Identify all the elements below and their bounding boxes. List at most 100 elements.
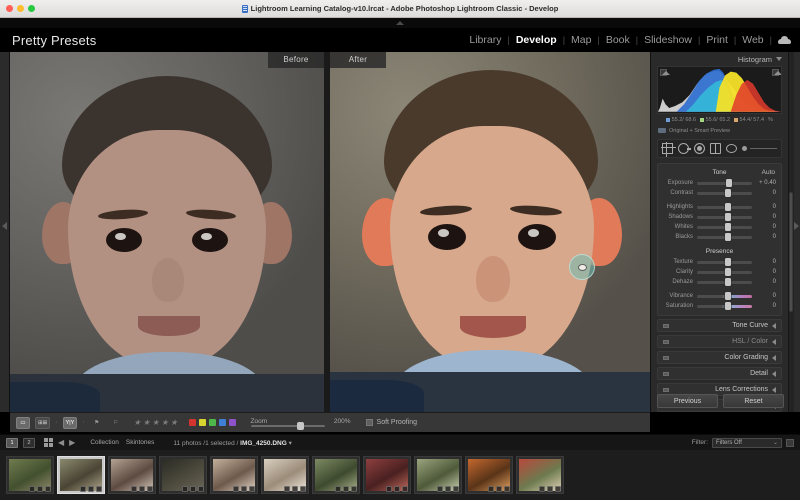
histogram[interactable]	[657, 66, 782, 114]
filmstrip-thumbnail[interactable]	[465, 456, 513, 494]
filmstrip-thumbnail[interactable]	[108, 456, 156, 494]
go-back-icon[interactable]: ◀	[58, 438, 64, 447]
panel-detail[interactable]: Detail	[657, 367, 782, 380]
slider-value[interactable]: 0	[756, 204, 776, 210]
slider-knob[interactable]	[724, 233, 731, 241]
slider-highlights[interactable]: Highlights 0	[658, 202, 781, 212]
radial-filter-tool-icon[interactable]	[726, 144, 737, 153]
scrollbar-thumb[interactable]	[789, 192, 793, 312]
reject-flag-button[interactable]: ⚐	[109, 417, 123, 429]
cloud-sync-icon[interactable]	[778, 35, 792, 45]
module-book[interactable]: Book	[600, 34, 636, 46]
left-panel-collapsed-strip[interactable]	[0, 52, 10, 412]
slider-value[interactable]: 0	[756, 279, 776, 285]
chevron-left-icon[interactable]	[772, 338, 776, 345]
module-library[interactable]: Library	[463, 34, 507, 46]
panel-color-grading[interactable]: Color Grading	[657, 351, 782, 364]
color-label-red[interactable]	[188, 419, 196, 426]
star-5[interactable]: ★	[170, 418, 177, 427]
slider-track[interactable]	[697, 258, 752, 266]
slider-blacks[interactable]: Blacks 0	[658, 232, 781, 242]
slider-knob[interactable]	[724, 292, 731, 300]
slider-value[interactable]: 0	[756, 259, 776, 265]
panel-tone-curve[interactable]: Tone Curve	[657, 319, 782, 332]
slider-value[interactable]: 0	[756, 224, 776, 230]
red-eye-correction-tool-icon[interactable]	[694, 143, 705, 154]
slider-value[interactable]: + 0.40	[756, 180, 776, 186]
top-panel-toggle-strip[interactable]	[0, 18, 800, 28]
slider-dehaze[interactable]: Dehaze 0	[658, 277, 781, 287]
color-label-purple[interactable]	[228, 419, 236, 426]
grid-view-icon[interactable]	[44, 438, 53, 447]
previous-button[interactable]: Previous	[657, 394, 718, 408]
slider-vibrance[interactable]: Vibrance 0	[658, 291, 781, 301]
secondary-display-1-button[interactable]: 1	[6, 437, 18, 448]
slider-value[interactable]: 0	[756, 234, 776, 240]
slider-knob[interactable]	[724, 203, 731, 211]
slider-track[interactable]	[697, 278, 752, 286]
right-panel-collapse-strip[interactable]	[794, 52, 800, 412]
slider-knob[interactable]	[724, 278, 731, 286]
filmstrip[interactable]	[0, 450, 800, 500]
loupe-view-button[interactable]: ▭	[16, 416, 30, 429]
slider-whites[interactable]: Whites 0	[658, 222, 781, 232]
slider-knob[interactable]	[725, 179, 732, 187]
module-slideshow[interactable]: Slideshow	[638, 34, 698, 46]
star-4[interactable]: ★	[161, 418, 168, 427]
secondary-display-2-button[interactable]: 2	[23, 437, 35, 448]
star-1[interactable]: ★	[134, 418, 141, 427]
module-map[interactable]: Map	[565, 34, 597, 46]
after-pane[interactable]: After	[330, 52, 650, 412]
go-forward-icon[interactable]: ▶	[69, 438, 75, 447]
star-rating[interactable]: ★ ★ ★ ★ ★	[134, 418, 178, 427]
filmstrip-thumbnail[interactable]	[6, 456, 54, 494]
image-canvas[interactable]: Before After	[10, 52, 650, 412]
reset-button[interactable]: Reset	[723, 394, 784, 408]
slider-track[interactable]	[697, 213, 752, 221]
panel-hsl-color[interactable]: HSL / Color	[657, 335, 782, 348]
chevron-left-icon[interactable]	[772, 370, 776, 377]
chevron-down-icon[interactable]	[776, 57, 782, 61]
chevron-left-icon[interactable]	[794, 222, 799, 230]
slider-track[interactable]	[697, 292, 752, 300]
slider-knob[interactable]	[724, 189, 731, 197]
slider-value[interactable]: 0	[756, 303, 776, 309]
filename-caret-icon[interactable]: ▾	[289, 440, 292, 447]
crop-overlay-tool-icon[interactable]	[661, 142, 676, 157]
slider-saturation[interactable]: Saturation 0	[658, 301, 781, 311]
panel-switch-icon[interactable]	[663, 371, 669, 376]
filmstrip-thumbnail[interactable]	[363, 456, 411, 494]
chevron-right-icon[interactable]	[2, 222, 7, 230]
spot-removal-tool-icon[interactable]	[678, 143, 691, 154]
zoom-slider-track[interactable]	[250, 422, 325, 430]
color-label-row[interactable]	[188, 419, 236, 426]
spot-removal-pin[interactable]	[569, 254, 595, 280]
graduated-filter-tool-icon[interactable]	[710, 143, 721, 154]
panel-switch-icon[interactable]	[663, 387, 669, 392]
slider-track[interactable]	[697, 179, 752, 187]
color-label-green[interactable]	[208, 419, 216, 426]
photo-count-info[interactable]: 11 photos /1 selected / IMG_4250.DNG ▾	[173, 439, 291, 447]
chevron-down-icon[interactable]: ⌄	[773, 439, 778, 446]
zoom-slider-knob[interactable]	[296, 422, 304, 430]
slider-shadows[interactable]: Shadows 0	[658, 212, 781, 222]
histogram-header[interactable]: Histogram	[651, 52, 788, 66]
slider-exposure[interactable]: Exposure + 0.40	[658, 178, 781, 188]
filmstrip-thumbnail-selected[interactable]	[57, 456, 105, 494]
filmstrip-thumbnail[interactable]	[516, 456, 564, 494]
panel-switch-icon[interactable]	[663, 323, 669, 328]
slider-track[interactable]	[697, 302, 752, 310]
slider-track[interactable]	[697, 268, 752, 276]
slider-knob[interactable]	[724, 213, 731, 221]
slider-track[interactable]	[697, 189, 752, 197]
highlight-clipping-indicator[interactable]	[772, 69, 781, 76]
slider-contrast[interactable]: Contrast 0	[658, 188, 781, 198]
slider-knob[interactable]	[742, 146, 747, 151]
filmstrip-thumbnail[interactable]	[210, 456, 258, 494]
filter-toggle-button[interactable]	[786, 438, 794, 447]
auto-tone-button[interactable]: Auto	[762, 169, 775, 176]
before-pane[interactable]: Before	[10, 52, 324, 412]
slider-texture[interactable]: Texture 0	[658, 257, 781, 267]
slider-knob[interactable]	[724, 223, 731, 231]
zoom-control[interactable]: Zoom 200%	[250, 418, 351, 430]
